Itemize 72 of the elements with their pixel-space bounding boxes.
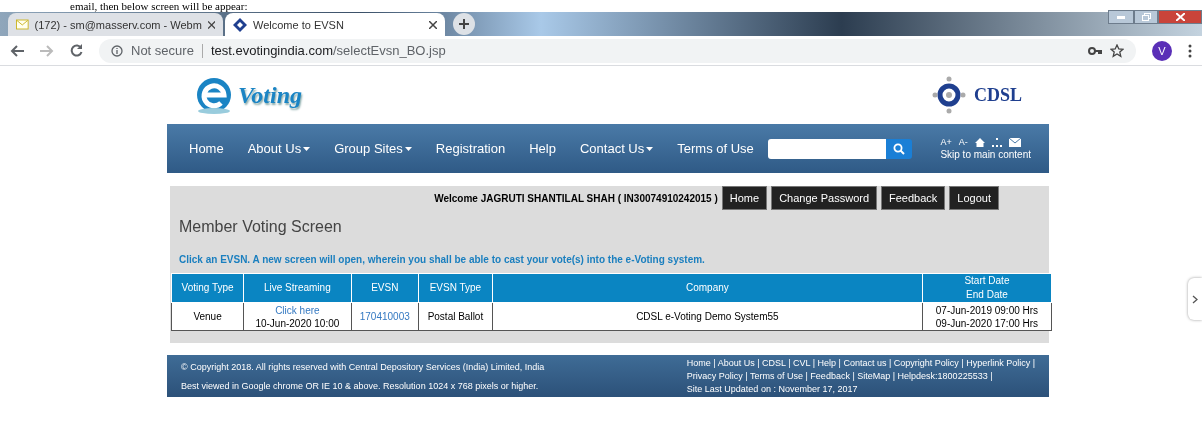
plus-icon: [459, 19, 469, 29]
minimize-icon: [1117, 15, 1125, 19]
brand-name: CDSL: [974, 84, 1022, 106]
nav-link[interactable]: Home: [177, 141, 236, 156]
welcome-text: Welcome JAGRUTI SHANTILAL SHAH ( IN30074910242015 ): [434, 192, 718, 204]
column-header: EVSN Type: [418, 273, 493, 303]
restore-icon: [1141, 13, 1151, 21]
address-bar[interactable]: Not secure test.evotingindia.com/selectEvsn_BO.jsp: [99, 38, 1136, 63]
column-header: Company: [492, 273, 923, 303]
restore-button[interactable]: [1134, 10, 1158, 24]
minimize-button[interactable]: [1108, 10, 1134, 24]
key-icon[interactable]: [1088, 46, 1102, 55]
search-field[interactable]: [767, 138, 886, 159]
back-icon[interactable]: [10, 44, 24, 57]
action-button[interactable]: Change Password: [771, 186, 878, 210]
sitemap-icon[interactable]: [991, 137, 1002, 147]
envelope-icon: [16, 19, 29, 30]
nav-link[interactable]: Help: [517, 141, 568, 156]
skip-link[interactable]: Skip to main content: [940, 149, 1031, 160]
chevron-icon: [1192, 294, 1198, 304]
new-tab-button[interactable]: [453, 13, 475, 35]
profile-avatar[interactable]: V: [1152, 40, 1172, 61]
url-text: test.evotingindia.com/selectEvsn_BO.jsp: [210, 43, 446, 58]
browser-tab[interactable]: (172) - sm@masserv.com - Webm: [8, 13, 223, 36]
column-header: Live Streaming: [243, 273, 352, 303]
nav-link[interactable]: Contact Us: [567, 141, 666, 156]
live-link[interactable]: Click here: [275, 304, 320, 316]
action-button[interactable]: Logout: [949, 186, 999, 210]
close-icon[interactable]: [207, 20, 215, 29]
e-logo-icon: [194, 75, 234, 115]
footer-links[interactable]: Home | About Us | CDSL | CVL | Help | Contact us | Copyright Policy | Hyperlink Policy |: [686, 358, 1035, 369]
table-cell: Venue: [171, 302, 244, 331]
instruction-text: Click an EVSN. A new screen will open, wherein you shall be able to cast your vote(s) into the e-Voting system.: [178, 253, 706, 267]
close-icon[interactable]: [429, 20, 437, 29]
home-icon[interactable]: [974, 137, 985, 147]
table-cell-text: 09-Jun-2020 17:00 Hrs: [934, 316, 1040, 330]
reload-icon[interactable]: [70, 44, 83, 57]
security-label: Not secure: [131, 43, 194, 58]
copyright-text: © Copyright 2018. All rights reserved with Central Depository Services (India) Limited, India: [181, 361, 545, 372]
column-header: Voting Type: [171, 273, 244, 303]
info-icon: [111, 44, 123, 57]
document-text: email, then below screen will be appear:: [70, 0, 248, 12]
close-window-button[interactable]: [1158, 10, 1202, 24]
mail-icon[interactable]: [1008, 137, 1021, 147]
nav-link[interactable]: Group Sites: [322, 141, 424, 156]
table-cell: CDSL e-Voting Demo System55: [492, 302, 923, 331]
table-cell-text: 07-Jun-2019 09:00 Hrs: [934, 303, 1040, 317]
screen-title: Member Voting Screen: [178, 217, 343, 236]
decrease-font-link[interactable]: A-: [958, 137, 968, 147]
increase-font-link[interactable]: A+: [940, 137, 952, 147]
column-header: EVSN: [351, 273, 419, 303]
updated-text: Site Last Updated on : November 17, 2017: [686, 383, 859, 394]
diamond-icon: [233, 17, 247, 32]
side-panel-toggle[interactable]: [1188, 278, 1202, 320]
nav-link[interactable]: Registration: [423, 141, 518, 156]
table-cell-text: 10-Jun-2020 10:00: [254, 316, 341, 330]
browser-tab[interactable]: Welcome to EVSN: [225, 13, 445, 36]
close-icon: [1175, 13, 1185, 21]
menu-icon[interactable]: [1188, 43, 1192, 58]
action-button[interactable]: Home: [721, 186, 768, 210]
footer-links[interactable]: Privacy Policy | Terms of Use | Feedback | SiteMap | Helpdesk:1800225533 |: [686, 371, 1035, 381]
browser-note: Best viewed in Google chrome OR IE 10 & above. Resolution 1024 x 768 pixels or higher.: [181, 380, 540, 391]
nav-link[interactable]: Terms of Use: [665, 141, 766, 156]
search-icon: [892, 142, 905, 155]
search-button[interactable]: [885, 138, 912, 159]
star-icon[interactable]: [1110, 43, 1124, 58]
column-header: Start Date End Date: [922, 273, 1052, 303]
nav-link[interactable]: About Us: [235, 141, 323, 156]
action-button[interactable]: Feedback: [881, 186, 946, 210]
table-cell: Postal Ballot: [418, 302, 493, 331]
logo-text: Voting: [238, 81, 303, 109]
cdsl-logo-icon: [932, 76, 966, 114]
